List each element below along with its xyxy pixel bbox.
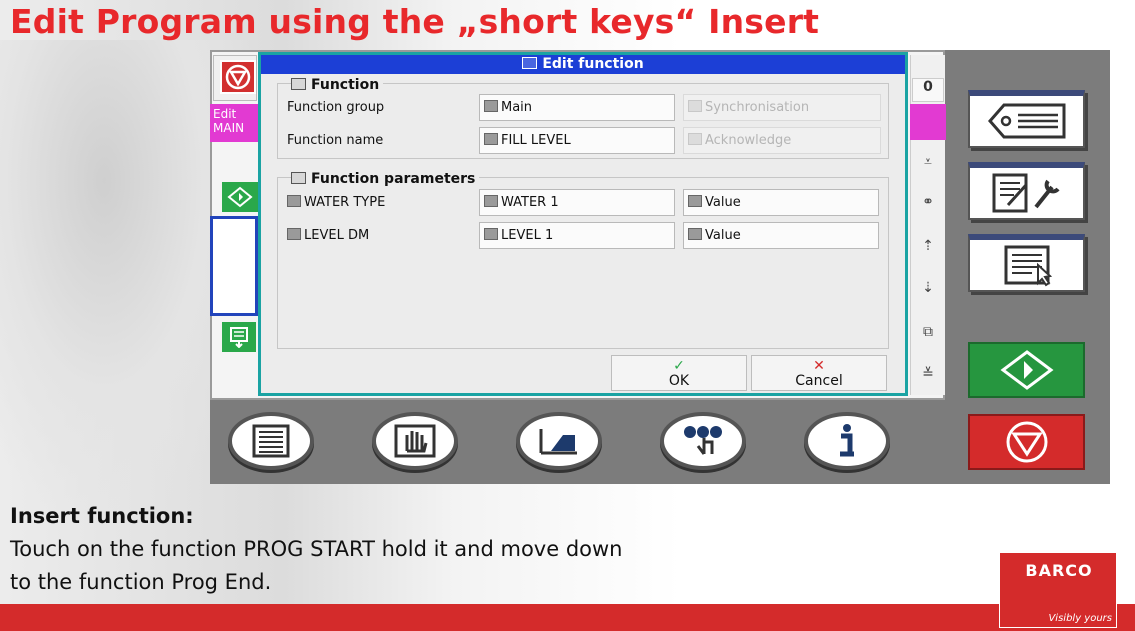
ok-button[interactable]: ✓ OK bbox=[611, 355, 747, 391]
function-section-label: Function bbox=[311, 77, 380, 93]
edit-sub-label: MAIN bbox=[213, 121, 245, 135]
param-value-field[interactable]: WATER 1 bbox=[479, 189, 675, 216]
edit-mode-strip: Edit MAIN bbox=[210, 104, 258, 142]
move-up-icon[interactable]: ⇡ bbox=[914, 232, 942, 260]
param-icon bbox=[287, 195, 301, 207]
touch-select-icon bbox=[684, 426, 722, 455]
program-list-button[interactable] bbox=[968, 234, 1085, 292]
filter-icon[interactable]: ⩡ bbox=[914, 148, 942, 176]
move-down-icon[interactable]: ⇣ bbox=[914, 274, 942, 302]
function-name-field[interactable]: FILL LEVEL bbox=[479, 127, 675, 154]
field-icon bbox=[688, 100, 702, 112]
field-icon bbox=[484, 228, 498, 240]
param-row-label: LEVEL DM bbox=[287, 228, 369, 243]
dialog-title-icon bbox=[522, 57, 538, 69]
info-button[interactable] bbox=[804, 412, 890, 470]
function-section-icon bbox=[291, 78, 306, 90]
edit-function-dialog: Edit function Function Function group Ma… bbox=[258, 52, 908, 396]
start-icon bbox=[227, 186, 253, 208]
field-icon bbox=[688, 195, 702, 207]
param-value: LEVEL 1 bbox=[501, 228, 554, 243]
params-section-title: Function parameters bbox=[291, 171, 480, 187]
curve-icon bbox=[539, 429, 577, 455]
field-icon bbox=[484, 133, 498, 145]
acknowledge-field: Acknowledge bbox=[683, 127, 881, 154]
program-step-box[interactable] bbox=[210, 216, 258, 316]
stop-icon bbox=[225, 64, 251, 90]
x-icon: ✕ bbox=[813, 358, 825, 374]
counter-display: 0 bbox=[912, 78, 944, 102]
insert-icon[interactable]: ≚ bbox=[914, 360, 942, 388]
synchronisation-label: Synchronisation bbox=[705, 100, 810, 115]
start-button[interactable] bbox=[968, 342, 1085, 398]
acknowledge-label: Acknowledge bbox=[705, 133, 792, 148]
stop-button[interactable] bbox=[968, 414, 1085, 470]
field-icon bbox=[484, 100, 498, 112]
field-icon bbox=[688, 228, 702, 240]
bottom-red-bar bbox=[0, 604, 1135, 631]
tag-button[interactable] bbox=[968, 90, 1085, 148]
function-group-field[interactable]: Main bbox=[479, 94, 675, 121]
field-icon bbox=[484, 195, 498, 207]
function-group-label: Function group bbox=[287, 100, 385, 115]
stop-icon bbox=[1006, 421, 1047, 463]
caption-heading: Insert function: bbox=[10, 504, 194, 528]
cancel-button[interactable]: ✕ Cancel bbox=[751, 355, 887, 391]
prog-start-button[interactable] bbox=[222, 182, 258, 212]
stop-small-button[interactable] bbox=[220, 60, 256, 94]
logo-tagline: Visibly yours bbox=[1048, 613, 1112, 624]
link-icon[interactable]: ⚭ bbox=[914, 188, 942, 216]
cancel-label: Cancel bbox=[795, 373, 843, 389]
manual-mode-button[interactable] bbox=[372, 412, 458, 470]
curve-button[interactable] bbox=[516, 412, 602, 470]
params-section-label: Function parameters bbox=[311, 171, 476, 187]
prog-end-icon bbox=[230, 327, 248, 348]
select-button[interactable] bbox=[660, 412, 746, 470]
tag-icon bbox=[987, 103, 1065, 139]
param-label: WATER TYPE bbox=[304, 195, 386, 210]
list-view-button[interactable] bbox=[228, 412, 314, 470]
field-icon bbox=[688, 133, 702, 145]
param-kind: Value bbox=[705, 228, 741, 243]
start-icon bbox=[1000, 350, 1053, 390]
edit-tools-button[interactable] bbox=[968, 162, 1085, 220]
hand-icon bbox=[394, 424, 436, 458]
param-label: LEVEL DM bbox=[304, 228, 370, 243]
function-group-value: Main bbox=[501, 100, 533, 115]
param-icon bbox=[287, 228, 301, 240]
logo-name: BARCO bbox=[1025, 561, 1093, 580]
slide-title: Edit Program using the „short keys“ Inse… bbox=[10, 2, 820, 41]
caption-line-1: Touch on the function PROG START hold it… bbox=[10, 537, 623, 561]
copy-icon[interactable]: ⧉ bbox=[914, 318, 942, 346]
function-name-label: Function name bbox=[287, 133, 384, 148]
function-section-title: Function bbox=[291, 77, 384, 93]
edit-label: Edit bbox=[213, 107, 237, 121]
param-value-field[interactable]: LEVEL 1 bbox=[479, 222, 675, 249]
dialog-title-bar: Edit function bbox=[261, 55, 905, 74]
param-kind-field[interactable]: Value bbox=[683, 189, 879, 216]
caption-line-2: to the function Prog End. bbox=[10, 570, 272, 594]
list-icon bbox=[252, 424, 290, 458]
ok-label: OK bbox=[668, 373, 690, 389]
param-kind-field[interactable]: Value bbox=[683, 222, 879, 249]
magenta-indicator bbox=[910, 104, 946, 140]
param-value: WATER 1 bbox=[501, 195, 559, 210]
param-kind: Value bbox=[705, 195, 741, 210]
dialog-title: Edit function bbox=[542, 56, 644, 72]
prog-end-button[interactable] bbox=[222, 322, 256, 352]
document-pointer-icon bbox=[1004, 245, 1052, 287]
check-icon: ✓ bbox=[673, 358, 685, 374]
param-row-label: WATER TYPE bbox=[287, 195, 385, 210]
edit-wrench-icon bbox=[992, 173, 1060, 213]
barco-logo: BARCO Visibly yours bbox=[999, 552, 1117, 628]
synchronisation-field: Synchronisation bbox=[683, 94, 881, 121]
function-name-value: FILL LEVEL bbox=[501, 133, 571, 148]
params-section-icon bbox=[291, 172, 306, 184]
info-icon bbox=[840, 424, 854, 457]
